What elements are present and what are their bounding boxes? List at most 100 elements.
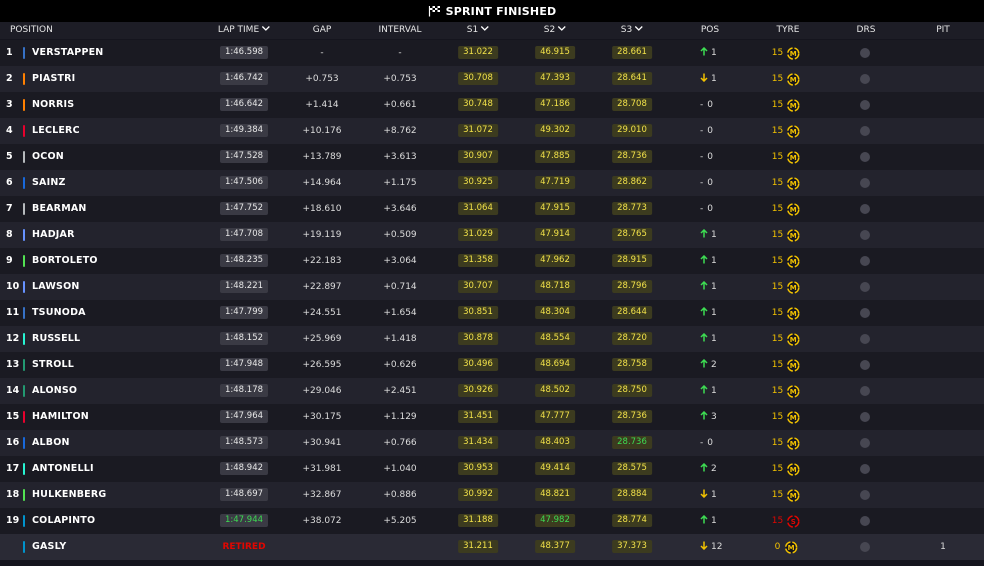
s1-cell: 30.708 <box>458 66 498 92</box>
driver-name[interactable]: BEARMAN <box>32 196 87 222</box>
position-change-value: 2 <box>711 360 717 370</box>
lap-time-cell: 1:47.948 <box>219 352 269 378</box>
header-drs[interactable]: DRS <box>857 22 876 39</box>
table-row[interactable]: 4 LECLERC 1:49.384 +10.176 +8.762 31.072 49.30… <box>0 118 984 144</box>
table-row[interactable]: 6 SAINZ 1:47.506 +14.964 +1.175 30.925 47.719 2… <box>0 170 984 196</box>
header-s1[interactable]: S1 <box>467 22 490 39</box>
team-color-bar <box>23 99 25 111</box>
table-row[interactable]: 10 LAWSON 1:48.221 +22.897 +0.714 30.707 48.71… <box>0 274 984 300</box>
lap-time: 1:46.642 <box>219 98 269 111</box>
position-number: 8 <box>6 229 13 240</box>
s2-cell: 47.982 <box>535 508 575 534</box>
drs-indicator <box>860 360 870 370</box>
position-change: 1 <box>700 378 717 404</box>
table-row[interactable]: 11 TSUNODA 1:47.799 +24.551 +1.654 30.851 48.3… <box>0 300 984 326</box>
driver-name[interactable]: HULKENBERG <box>32 482 106 508</box>
table-row[interactable]: GASLY RETIRED 31.211 48.377 37.373 12 0 M 1 <box>0 534 984 560</box>
table-row[interactable]: 19 COLAPINTO 1:47.944 +38.072 +5.205 31.188 47… <box>0 508 984 534</box>
position-change-value: 0 <box>707 126 713 136</box>
header-pos[interactable]: POS <box>701 22 719 39</box>
gap-value: +26.595 <box>302 360 342 370</box>
table-row[interactable]: 13 STROLL 1:47.948 +26.595 +0.626 30.496 48.69… <box>0 352 984 378</box>
interval-value: +0.714 <box>383 282 417 292</box>
position-change-value: 0 <box>707 100 713 110</box>
driver-name[interactable]: BORTOLETO <box>32 248 98 274</box>
driver-name[interactable]: RUSSELL <box>32 326 80 352</box>
s3-time: 28.796 <box>612 280 652 293</box>
driver-name[interactable]: NORRIS <box>32 92 74 118</box>
table-row[interactable]: 1 VERSTAPPEN 1:46.598 - - 31.022 46.915 28.661 1… <box>0 40 984 66</box>
table-row[interactable]: 9 BORTOLETO 1:48.235 +22.183 +3.064 31.358 47.… <box>0 248 984 274</box>
table-row[interactable]: 16 ALBON 1:48.573 +30.941 +0.766 31.434 48.403… <box>0 430 984 456</box>
team-color-bar <box>23 411 25 423</box>
interval-value: +3.646 <box>383 204 417 214</box>
table-row[interactable]: 14 ALONSO 1:48.178 +29.046 +2.451 30.926 48.50… <box>0 378 984 404</box>
tyre-laps: 15 <box>771 126 784 136</box>
position-number: 1 <box>6 47 13 58</box>
no-change-dash-icon: - <box>700 152 704 162</box>
s1-cell: 30.707 <box>458 274 498 300</box>
table-row[interactable]: 18 HULKENBERG 1:48.697 +32.867 +0.886 30.992 4… <box>0 482 984 508</box>
driver-name[interactable]: LAWSON <box>32 274 80 300</box>
header-s3[interactable]: S3 <box>621 22 644 39</box>
tyre-laps: 15 <box>771 100 784 110</box>
interval-value: +1.040 <box>383 464 417 474</box>
header-interval[interactable]: INTERVAL <box>378 22 421 39</box>
s1-time: 31.064 <box>458 202 498 215</box>
medium-tyre-icon: M <box>787 462 801 476</box>
driver-name[interactable]: STROLL <box>32 352 74 378</box>
medium-tyre-icon: M <box>787 124 801 138</box>
s3-time: 28.575 <box>612 462 652 475</box>
lap-time-cell: 1:47.528 <box>219 144 269 170</box>
driver-name[interactable]: SAINZ <box>32 170 66 196</box>
table-row[interactable]: 17 ANTONELLI 1:48.942 +31.981 +1.040 30.953 49… <box>0 456 984 482</box>
driver-name[interactable]: ALONSO <box>32 378 77 404</box>
driver-name[interactable]: ALBON <box>32 430 70 456</box>
chequered-flag-icon <box>428 6 440 17</box>
tyre-laps: 15 <box>771 516 784 526</box>
driver-name[interactable]: HADJAR <box>32 222 75 248</box>
table-row[interactable]: 7 BEARMAN 1:47.752 +18.610 +3.646 31.064 47.91… <box>0 196 984 222</box>
tyre-cell: 15 M <box>772 196 801 222</box>
lap-time-cell: 1:48.178 <box>219 378 269 404</box>
session-status-title: SPRINT FINISHED <box>445 4 557 18</box>
driver-name[interactable]: PIASTRI <box>32 66 75 92</box>
header-position[interactable]: POSITION <box>10 22 53 39</box>
driver-name[interactable]: VERSTAPPEN <box>32 40 103 66</box>
driver-name[interactable]: HAMILTON <box>32 404 89 430</box>
s3-time: 28.773 <box>612 202 652 215</box>
s1-time: 31.188 <box>458 514 498 527</box>
position-change-value: 0 <box>707 152 713 162</box>
tyre-cell: 15 M <box>772 378 801 404</box>
drs-indicator <box>860 100 870 110</box>
no-change-dash-icon: - <box>700 204 704 214</box>
table-row[interactable]: 5 OCON 1:47.528 +13.789 +3.613 30.907 47.885 28… <box>0 144 984 170</box>
position-number: 7 <box>6 203 13 214</box>
driver-name[interactable]: TSUNODA <box>32 300 86 326</box>
lap-time-cell: 1:48.152 <box>219 326 269 352</box>
s1-cell: 31.358 <box>458 248 498 274</box>
gap-value: +14.964 <box>302 178 342 188</box>
svg-text:M: M <box>790 388 797 396</box>
header-pit[interactable]: PIT <box>936 22 950 39</box>
header-lap-time[interactable]: LAP TIME <box>218 22 271 39</box>
table-row[interactable]: 8 HADJAR 1:47.708 +19.119 +0.509 31.029 47.914… <box>0 222 984 248</box>
driver-name[interactable]: COLAPINTO <box>32 508 95 534</box>
gap-value: +32.867 <box>302 490 342 500</box>
table-row[interactable]: 3 NORRIS 1:46.642 +1.414 +0.661 30.748 47.186 2… <box>0 92 984 118</box>
s2-time: 48.502 <box>535 384 575 397</box>
tyre-cell: 15 M <box>772 404 801 430</box>
table-row[interactable]: 12 RUSSELL 1:48.152 +25.969 +1.418 30.878 48.5… <box>0 326 984 352</box>
header-gap[interactable]: GAP <box>313 22 332 39</box>
gap-value: +0.753 <box>305 74 339 84</box>
header-tyre[interactable]: TYRE <box>777 22 800 39</box>
driver-name[interactable]: GASLY <box>32 534 66 560</box>
driver-name[interactable]: OCON <box>32 144 64 170</box>
table-row[interactable]: 15 HAMILTON 1:47.964 +30.175 +1.129 31.451 47.… <box>0 404 984 430</box>
driver-name[interactable]: LECLERC <box>32 118 80 144</box>
lap-time: 1:46.598 <box>219 46 269 59</box>
driver-name[interactable]: ANTONELLI <box>32 456 94 482</box>
header-s2[interactable]: S2 <box>544 22 567 39</box>
s3-cell: 37.373 <box>612 534 652 560</box>
table-row[interactable]: 2 PIASTRI 1:46.742 +0.753 +0.753 30.708 47.393… <box>0 66 984 92</box>
